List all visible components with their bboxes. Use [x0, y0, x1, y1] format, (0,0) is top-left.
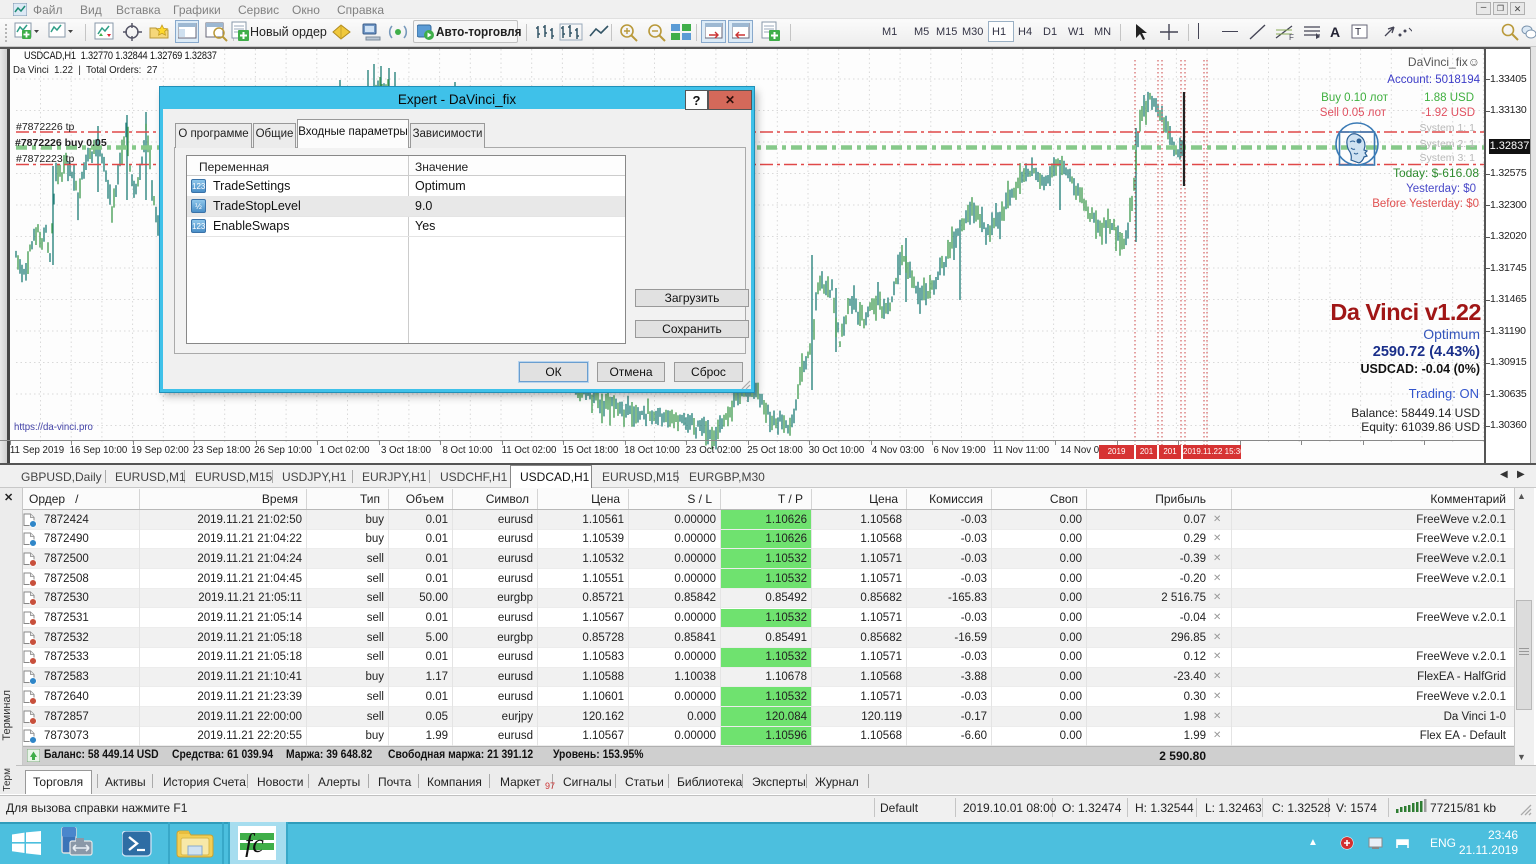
- svg-text:fc: fc: [245, 829, 264, 857]
